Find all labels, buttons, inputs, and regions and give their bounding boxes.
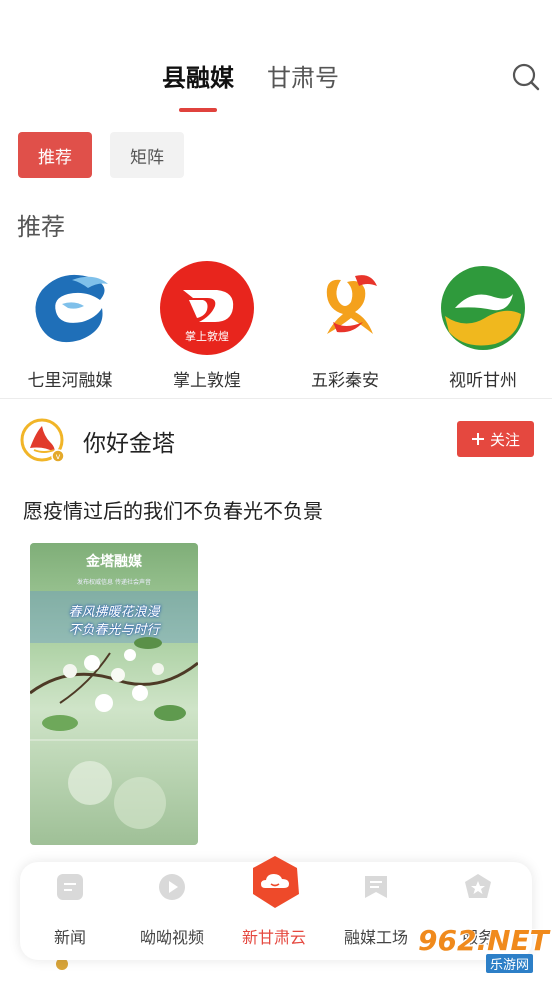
image-brand-text: 金塔融媒 xyxy=(86,554,142,570)
account-zhangshang-dunhuang[interactable]: 掌上敦煌 掌上敦煌 xyxy=(142,260,272,391)
video-play-icon xyxy=(159,874,185,900)
section-title-recommend: 推荐 xyxy=(17,213,65,241)
cloud-icon xyxy=(253,856,299,908)
account-qilihe[interactable]: 七里河融媒 xyxy=(5,260,135,391)
svg-text:v: v xyxy=(56,452,61,461)
search-button[interactable] xyxy=(511,62,541,92)
filter-chip-matrix[interactable]: 矩阵 xyxy=(110,132,184,178)
account-name: 掌上敦煌 xyxy=(173,371,241,391)
nav-gansu-cloud[interactable]: 新甘肃云 xyxy=(224,856,324,960)
search-icon xyxy=(512,63,540,91)
star-service-icon xyxy=(465,874,491,898)
tab-county-media[interactable]: 县融媒 xyxy=(162,58,234,93)
post-title[interactable]: 愿疫情过后的我们不负春光不负景 xyxy=(23,495,323,524)
nav-label: 融媒工场 xyxy=(343,928,408,947)
qilihe-logo xyxy=(22,260,118,356)
shiting-ganzhou-logo xyxy=(435,260,531,356)
follow-button[interactable]: 关注 xyxy=(457,421,534,457)
nav-label: 新甘肃云 xyxy=(241,928,306,947)
watermark-main-text: 962.NET xyxy=(418,924,549,957)
post-image[interactable]: 金塔融媒 发布权威信息 传递社会声音 春风拂暖花浪漫 不负春光与时行 xyxy=(30,543,198,845)
active-tab-indicator xyxy=(179,108,217,112)
nav-label: 呦呦视频 xyxy=(139,928,204,947)
nav-label: 新闻 xyxy=(53,928,86,947)
image-caption-line1: 春风拂暖花浪漫 xyxy=(68,605,160,620)
follow-label: 关注 xyxy=(489,430,520,449)
site-watermark: 962.NET 乐游网 xyxy=(414,922,549,974)
watermark-sub-text: 乐游网 xyxy=(486,954,534,973)
image-caption-line2: 不负春光与时行 xyxy=(68,623,160,638)
tab-gansu-accounts[interactable]: 甘肃号 xyxy=(267,58,339,93)
author-name[interactable]: 你好金塔 xyxy=(83,424,175,458)
account-shiting-ganzhou[interactable]: 视听甘州 xyxy=(418,260,548,391)
filter-chip-recommend[interactable]: 推荐 xyxy=(18,132,92,178)
post-header: v 你好金塔 关注 xyxy=(20,418,534,463)
nav-news[interactable]: 新闻 xyxy=(20,862,120,960)
account-wucai-qinan[interactable]: 五彩秦安 xyxy=(280,260,410,391)
account-name: 七里河融媒 xyxy=(27,371,113,391)
nav-video[interactable]: 呦呦视频 xyxy=(122,862,222,960)
plus-icon xyxy=(471,433,484,445)
dunhuang-logo-text: 掌上敦煌 xyxy=(185,329,229,343)
image-sub-text: 发布权威信息 传递社会声音 xyxy=(77,579,151,586)
account-name: 五彩秦安 xyxy=(311,371,379,391)
wucai-qinan-logo xyxy=(297,260,393,356)
workshop-icon xyxy=(365,876,387,898)
account-name: 视听甘州 xyxy=(449,371,517,391)
zhangshang-dunhuang-logo: 掌上敦煌 xyxy=(159,260,255,356)
author-avatar[interactable]: v xyxy=(20,418,66,463)
top-tab-bar: 县融媒 甘肃号 xyxy=(0,58,552,98)
section-divider xyxy=(0,398,552,399)
news-icon xyxy=(57,874,83,900)
nav-media-workshop[interactable]: 融媒工场 xyxy=(326,862,426,960)
